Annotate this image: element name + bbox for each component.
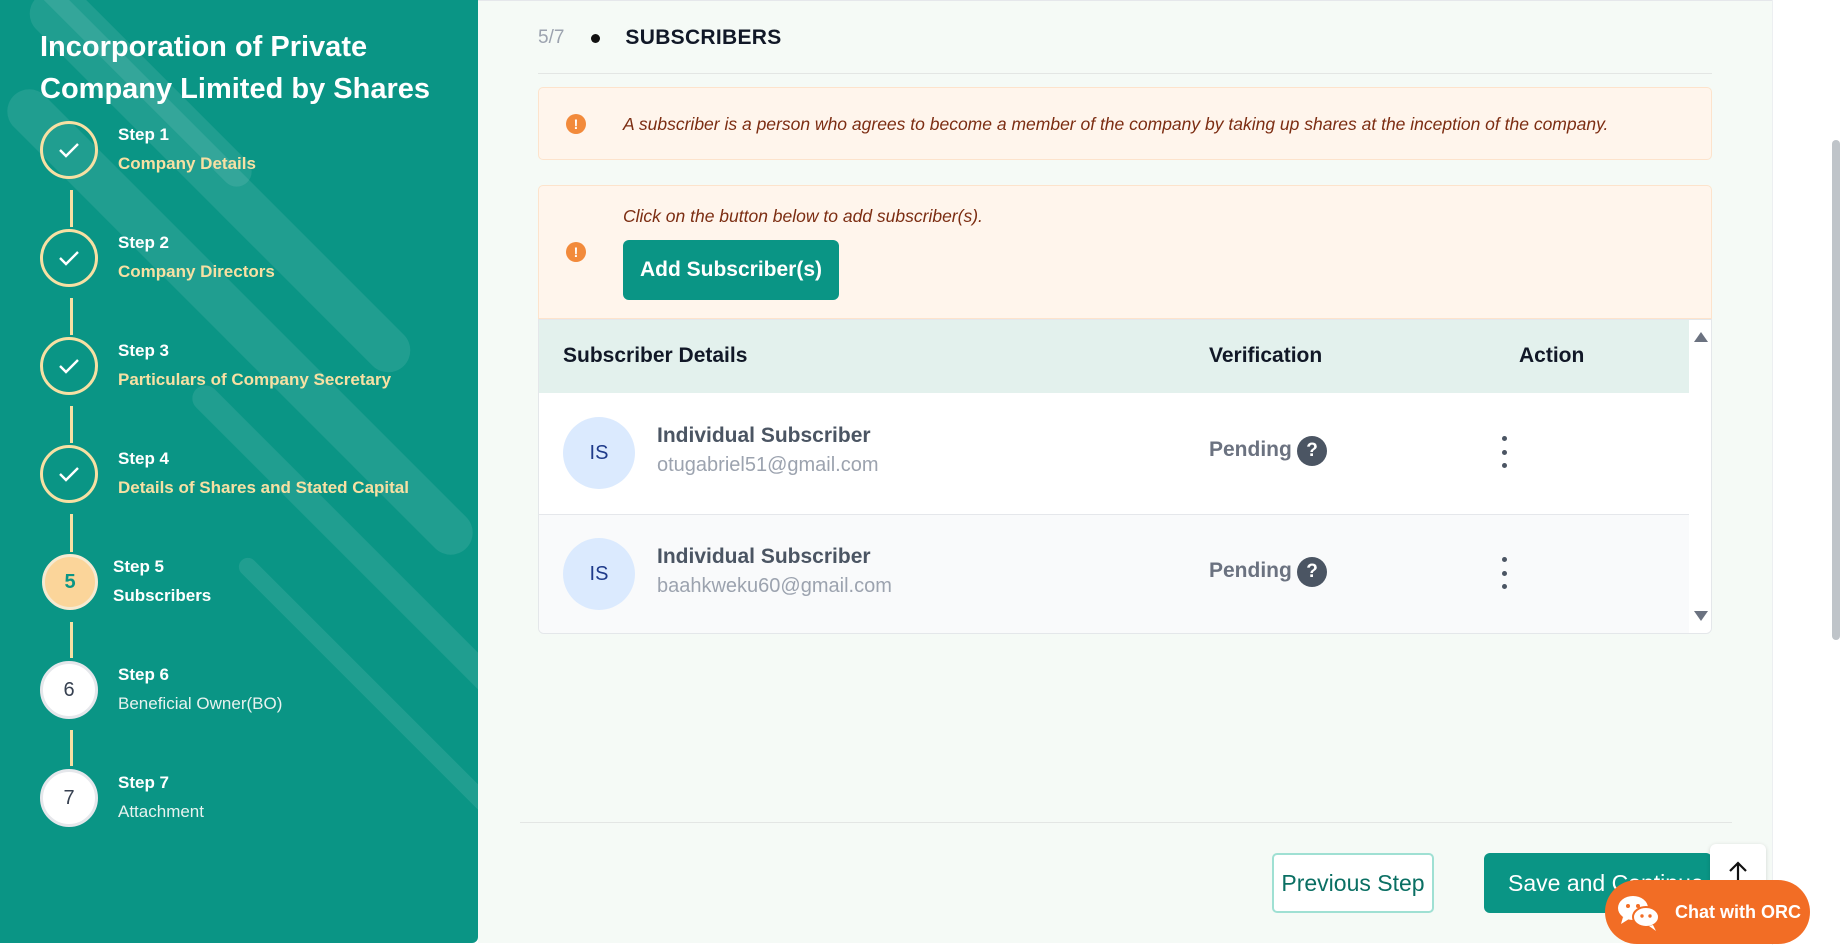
help-icon[interactable]: ? bbox=[1297, 557, 1327, 587]
step-1[interactable]: Step 1 Company Details bbox=[118, 123, 256, 177]
stepper-sidebar: Incorporation of Private Company Limited… bbox=[0, 0, 478, 943]
add-subscriber-button[interactable]: Add Subscriber(s) bbox=[623, 240, 839, 300]
step-name: Company Directors bbox=[118, 262, 275, 281]
wechat-icon bbox=[1613, 886, 1665, 938]
step-label: Step 1 bbox=[118, 125, 170, 144]
step-2[interactable]: Step 2 Company Directors bbox=[118, 231, 275, 285]
warning-icon: ! bbox=[566, 114, 586, 134]
verification-status: Pending bbox=[1209, 438, 1292, 461]
step-name: Particulars of Company Secretary bbox=[118, 370, 392, 389]
column-header: Action bbox=[1519, 344, 1585, 367]
more-actions-icon[interactable] bbox=[1494, 557, 1514, 589]
scroll-down-icon[interactable] bbox=[1694, 611, 1708, 621]
step-6-indicator[interactable]: 6 bbox=[40, 661, 98, 719]
subscribers-table: Subscriber Details Verification Action I… bbox=[538, 319, 1712, 634]
step-6[interactable]: Step 6 Beneficial Owner(BO) bbox=[118, 663, 282, 717]
step-7[interactable]: Step 7 Attachment bbox=[118, 771, 204, 825]
step-7-indicator[interactable]: 7 bbox=[40, 769, 98, 827]
column-header: Subscriber Details bbox=[563, 344, 748, 367]
main-content: 5/7 SUBSCRIBERS ! A subscriber is a pers… bbox=[478, 0, 1772, 943]
step-connector bbox=[70, 622, 73, 658]
divider bbox=[538, 73, 1712, 74]
add-subscriber-alert: ! Click on the button below to add subsc… bbox=[538, 185, 1712, 319]
help-icon[interactable]: ? bbox=[1297, 436, 1327, 466]
subscriber-email: baahkweku60@gmail.com bbox=[657, 575, 892, 597]
step-connector bbox=[70, 514, 73, 552]
section-header: 5/7 SUBSCRIBERS bbox=[538, 23, 782, 53]
step-label: Step 5 bbox=[113, 557, 165, 576]
step-3[interactable]: Step 3 Particulars of Company Secretary bbox=[118, 339, 391, 393]
scroll-up-icon[interactable] bbox=[1694, 332, 1708, 342]
chat-label: Chat with ORC bbox=[1675, 901, 1801, 922]
step-number: 7 bbox=[63, 786, 75, 809]
divider bbox=[520, 822, 1732, 823]
table-row: IS Individual Subscriber baahkweku60@gma… bbox=[539, 515, 1689, 633]
step-label: Step 4 bbox=[118, 449, 170, 468]
avatar: IS bbox=[563, 538, 635, 610]
column-header: Verification bbox=[1209, 344, 1323, 367]
warning-icon: ! bbox=[566, 242, 586, 262]
step-4[interactable]: Step 4 Details of Shares and Stated Capi… bbox=[118, 447, 409, 501]
step-name: Company Details bbox=[118, 154, 256, 173]
step-label: Step 3 bbox=[118, 341, 170, 360]
more-actions-icon[interactable] bbox=[1494, 436, 1514, 468]
subscriber-type: Individual Subscriber bbox=[657, 424, 871, 447]
subscriber-email: otugabriel51@gmail.com bbox=[657, 454, 879, 476]
section-title: SUBSCRIBERS bbox=[625, 26, 782, 49]
verification-status: Pending bbox=[1209, 559, 1292, 582]
info-alert-text: A subscriber is a person who agrees to b… bbox=[623, 114, 1609, 134]
sidebar-title: Incorporation of Private Company Limited… bbox=[40, 31, 430, 105]
step-label: Step 6 bbox=[118, 665, 170, 684]
step-1-check-icon[interactable] bbox=[40, 121, 98, 179]
avatar: IS bbox=[563, 417, 635, 489]
step-connector bbox=[70, 406, 73, 443]
step-5[interactable]: Step 5 Subscribers bbox=[113, 555, 211, 609]
step-name: Attachment bbox=[118, 802, 204, 821]
step-number: 5 bbox=[64, 570, 76, 593]
step-connector bbox=[70, 298, 73, 335]
previous-step-button[interactable]: Previous Step bbox=[1272, 853, 1434, 913]
table-row: IS Individual Subscriber otugabriel51@gm… bbox=[539, 394, 1689, 515]
bullet-icon bbox=[591, 33, 601, 43]
table-header: Subscriber Details Verification Action bbox=[539, 320, 1689, 393]
step-connector bbox=[70, 730, 73, 766]
add-subscriber-hint: Click on the button below to add subscri… bbox=[623, 206, 983, 226]
step-label: Step 2 bbox=[118, 233, 170, 252]
table-scrollbar[interactable] bbox=[1689, 320, 1711, 633]
chat-with-orc-button[interactable]: Chat with ORC bbox=[1605, 880, 1810, 944]
page-scroll-track bbox=[1772, 0, 1840, 945]
step-name: Subscribers bbox=[113, 586, 212, 605]
step-number: 6 bbox=[63, 678, 75, 701]
page-scrollbar[interactable] bbox=[1832, 140, 1840, 640]
step-2-check-icon[interactable] bbox=[40, 229, 98, 287]
step-connector bbox=[70, 190, 73, 227]
step-4-check-icon[interactable] bbox=[40, 445, 98, 503]
step-5-indicator[interactable]: 5 bbox=[42, 554, 98, 610]
step-name: Beneficial Owner(BO) bbox=[118, 694, 283, 713]
step-3-check-icon[interactable] bbox=[40, 337, 98, 395]
subscriber-type: Individual Subscriber bbox=[657, 545, 871, 568]
step-counter: 5/7 bbox=[538, 27, 565, 48]
info-alert: ! A subscriber is a person who agrees to… bbox=[538, 87, 1712, 160]
step-label: Step 7 bbox=[118, 773, 170, 792]
step-name: Details of Shares and Stated Capital bbox=[118, 478, 409, 497]
